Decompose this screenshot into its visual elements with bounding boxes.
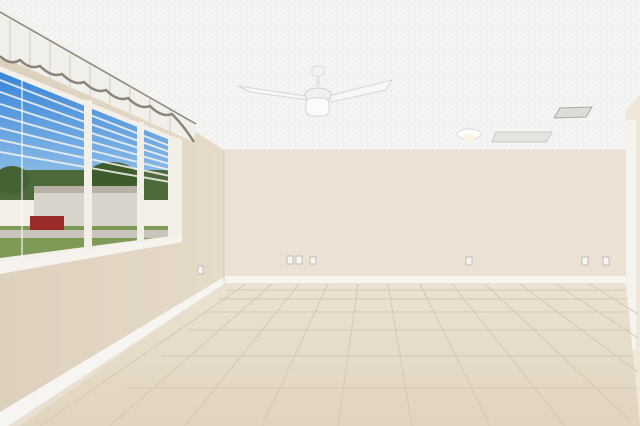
- outside-car: [30, 216, 64, 230]
- back-baseboard: [224, 276, 626, 283]
- back-wall: [224, 150, 626, 282]
- air-vent: [553, 106, 593, 119]
- room-photo: [0, 0, 640, 426]
- return-vent: [491, 131, 553, 143]
- room-illustration: [0, 0, 640, 426]
- fan-light-kit: [305, 97, 330, 117]
